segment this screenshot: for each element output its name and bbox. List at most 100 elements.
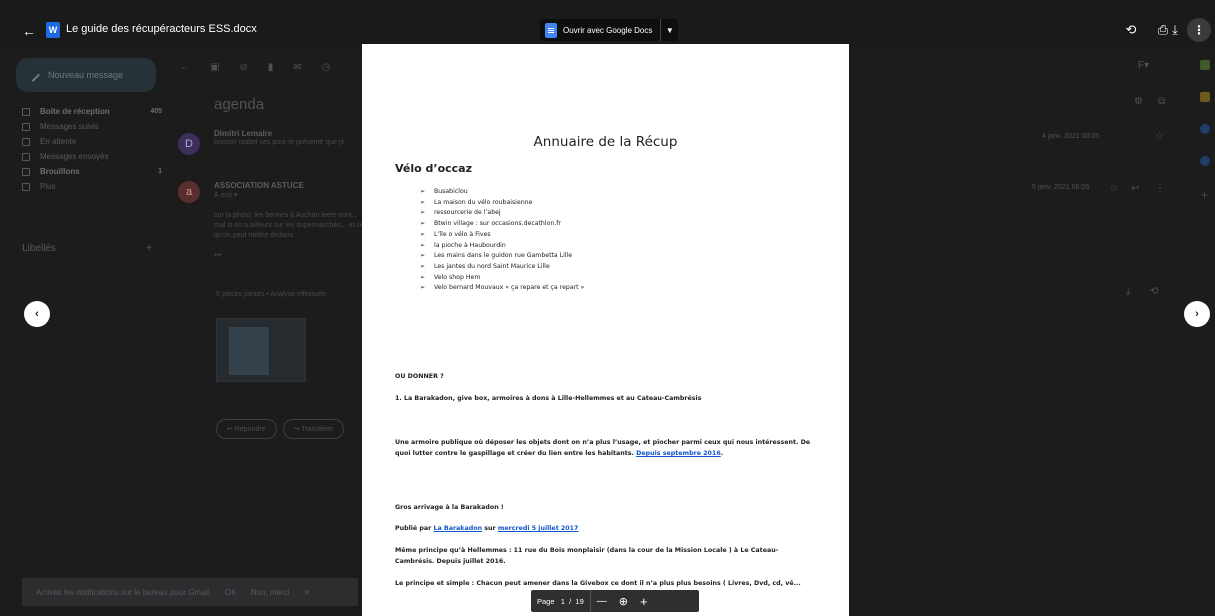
message-date: 5 janv. 2021 08:26 [1032, 184, 1090, 191]
principe-paragraph: Même principe qu’à Hellemmes : 11 rue du… [395, 547, 779, 565]
tasks-icon[interactable] [1199, 124, 1210, 134]
ou-donner-heading: OU DONNER ? [395, 373, 444, 380]
nav-item[interactable]: Plus [22, 179, 162, 194]
mark-unread-icon[interactable]: ✉ [293, 62, 301, 73]
report-icon[interactable]: ⊘ [239, 62, 247, 73]
message-body: sur la photo, les bennes à Auchan leers … [214, 212, 364, 239]
nav-icon [22, 167, 30, 176]
email-subject: agenda [214, 96, 265, 113]
calendar-icon[interactable] [1199, 60, 1210, 70]
sender-name: Dimitri Lemaire [214, 129, 273, 138]
star-icon[interactable]: ☆ [1109, 183, 1118, 194]
labels-title: Libellés [22, 243, 56, 254]
compose-button[interactable]: Nouveau message [16, 58, 156, 92]
nav-icon [22, 152, 30, 161]
zoom-out-button[interactable]: — [591, 590, 613, 612]
open-with-google-docs[interactable]: Ouvrir avec Google Docs [540, 19, 660, 41]
notification-bar: Activez les notifications sur le bureau … [22, 578, 358, 606]
contacts-icon[interactable] [1199, 156, 1210, 166]
download-icon[interactable]: ⤓ [1167, 22, 1183, 38]
bullet-item: la pioche à Haubourdin [420, 241, 584, 252]
add-addon-icon[interactable]: + [1200, 188, 1210, 202]
chevron-down-icon[interactable]: ▼ [660, 19, 678, 41]
snooze-icon[interactable]: ◷ [322, 62, 331, 73]
next-file-button[interactable]: › [1184, 301, 1210, 327]
page-indicator: Page 1 / 19 [537, 596, 584, 606]
zoom-icon[interactable]: ⊕ [613, 590, 634, 612]
armoire-paragraph: Une armoire publique où déposer les obje… [395, 439, 811, 457]
mail-toolbar: ← ▣ ⊘ ▮ ✉ ◷ [180, 62, 330, 73]
back-to-inbox-icon[interactable]: ← [180, 62, 190, 73]
bullet-item: Btwin village : sur occasions.decathlon.… [420, 219, 584, 230]
page-controls: Page 1 / 19 — ⊕ + [531, 590, 699, 612]
reply-button[interactable]: ↩ Répondre [216, 419, 277, 439]
bullet-item: Velo shop Hem [420, 273, 584, 284]
google-docs-icon [545, 22, 557, 38]
bullet-list: BusabiclouLa maison du vélo roubaisienne… [420, 187, 584, 294]
more-options-icon[interactable]: ⋮ [1187, 18, 1211, 42]
notif-ok-button[interactable]: OK [225, 588, 237, 597]
previous-file-button[interactable]: ‹ [24, 301, 50, 327]
simple-paragraph: Le principe et simple : Chacun peut amen… [395, 580, 801, 587]
nav-count: 1 [158, 168, 162, 175]
message-snippet: bonsoir Isabel ces pour te présenté que … [214, 139, 345, 146]
add-label-icon[interactable]: + [146, 243, 152, 254]
archive-icon[interactable]: ▣ [210, 62, 219, 73]
reply-icon[interactable]: ↩ [1131, 183, 1139, 194]
attachment-thumbnail[interactable] [216, 318, 306, 382]
message-dimitri[interactable]: D Dimitri Lemaire bonsoir Isabel ces pou… [178, 129, 358, 157]
bullet-item: Les jantes du nord Saint Maurice Lille [420, 262, 584, 273]
more-vert-icon[interactable]: ⋮ [1155, 183, 1165, 194]
bullet-item: Les mains dans le guidon rue Gambetta Li… [420, 251, 584, 262]
gmail-nav: Boîte de réception 405 Messages suivis En a… [22, 104, 162, 194]
document-title: Le guide des récupéracteurs ESS.docx [66, 23, 257, 35]
message-astuce[interactable]: a ASSOCIATION ASTUCE À moi ▾ sur la phot… [178, 181, 364, 261]
open-with-button[interactable]: Ouvrir avec Google Docs ▼ [540, 19, 679, 41]
nav-icon [22, 122, 30, 131]
star-icon[interactable]: ☆ [1155, 131, 1164, 142]
back-arrow-icon[interactable]: ← [22, 24, 36, 38]
arrivage-heading: Gros arrivage à la Barakadon ! [395, 504, 504, 511]
compose-label: Nouveau message [48, 70, 124, 80]
zoom-in-button[interactable]: + [634, 590, 654, 612]
print-all-icon[interactable]: ⚙ [1134, 96, 1143, 107]
page-total: 19 [575, 596, 584, 606]
depuis-link[interactable]: Depuis septembre 2016 [636, 450, 721, 457]
delete-icon[interactable]: ▮ [268, 62, 274, 73]
add-to-drive-icon[interactable]: ⟲ [1123, 22, 1139, 38]
nav-item[interactable]: Messages suivis [22, 119, 162, 134]
notif-no-button[interactable]: Non, merci [251, 588, 290, 597]
nav-count: 405 [150, 108, 162, 115]
nav-label: Brouillons [40, 167, 80, 176]
forward-button[interactable]: ↪ Transférer [282, 419, 345, 439]
nav-label: Messages suivis [40, 122, 99, 131]
nav-item[interactable]: Brouillons 1 [22, 164, 162, 179]
input-tools-icon[interactable]: F▾ [1138, 60, 1149, 71]
word-file-icon: W [46, 22, 60, 38]
open-with-label: Ouvrir avec Google Docs [563, 25, 653, 35]
nav-item[interactable]: En attente [22, 134, 162, 149]
show-trimmed[interactable]: ••• [214, 251, 364, 261]
document-heading: Annuaire de la Récup [533, 134, 678, 150]
bullet-item: ressourcerie de l’abej [420, 208, 584, 219]
avatar: a [178, 181, 200, 203]
forward-icon: ↪ [293, 426, 302, 433]
keep-icon[interactable] [1199, 92, 1210, 102]
recipient: À moi ▾ [214, 192, 238, 199]
notif-text: Activez les notifications sur le bureau … [36, 587, 212, 597]
close-icon[interactable]: ✕ [303, 588, 310, 597]
save-drive-icon[interactable]: ⟲ [1150, 286, 1158, 297]
open-new-window-icon[interactable]: ⧉ [1158, 96, 1165, 107]
download-all-icon[interactable]: ⤓ [1126, 286, 1130, 297]
barakadon-heading: 1. La Barakadon, give box, armoires à do… [395, 395, 702, 402]
nav-item[interactable]: Boîte de réception 405 [22, 104, 162, 119]
page-current[interactable]: 1 [561, 597, 565, 606]
side-panel: + [1194, 60, 1215, 220]
date-link[interactable]: mercredi 5 juillet 2017 [498, 525, 579, 532]
nav-icon [22, 107, 30, 116]
author-link[interactable]: La Barakadon [433, 525, 482, 532]
labels-header: Libellés + [22, 243, 152, 254]
avatar: D [178, 133, 200, 155]
reply-icon: ↩ [227, 426, 235, 433]
nav-item[interactable]: Messages envoyés [22, 149, 162, 164]
